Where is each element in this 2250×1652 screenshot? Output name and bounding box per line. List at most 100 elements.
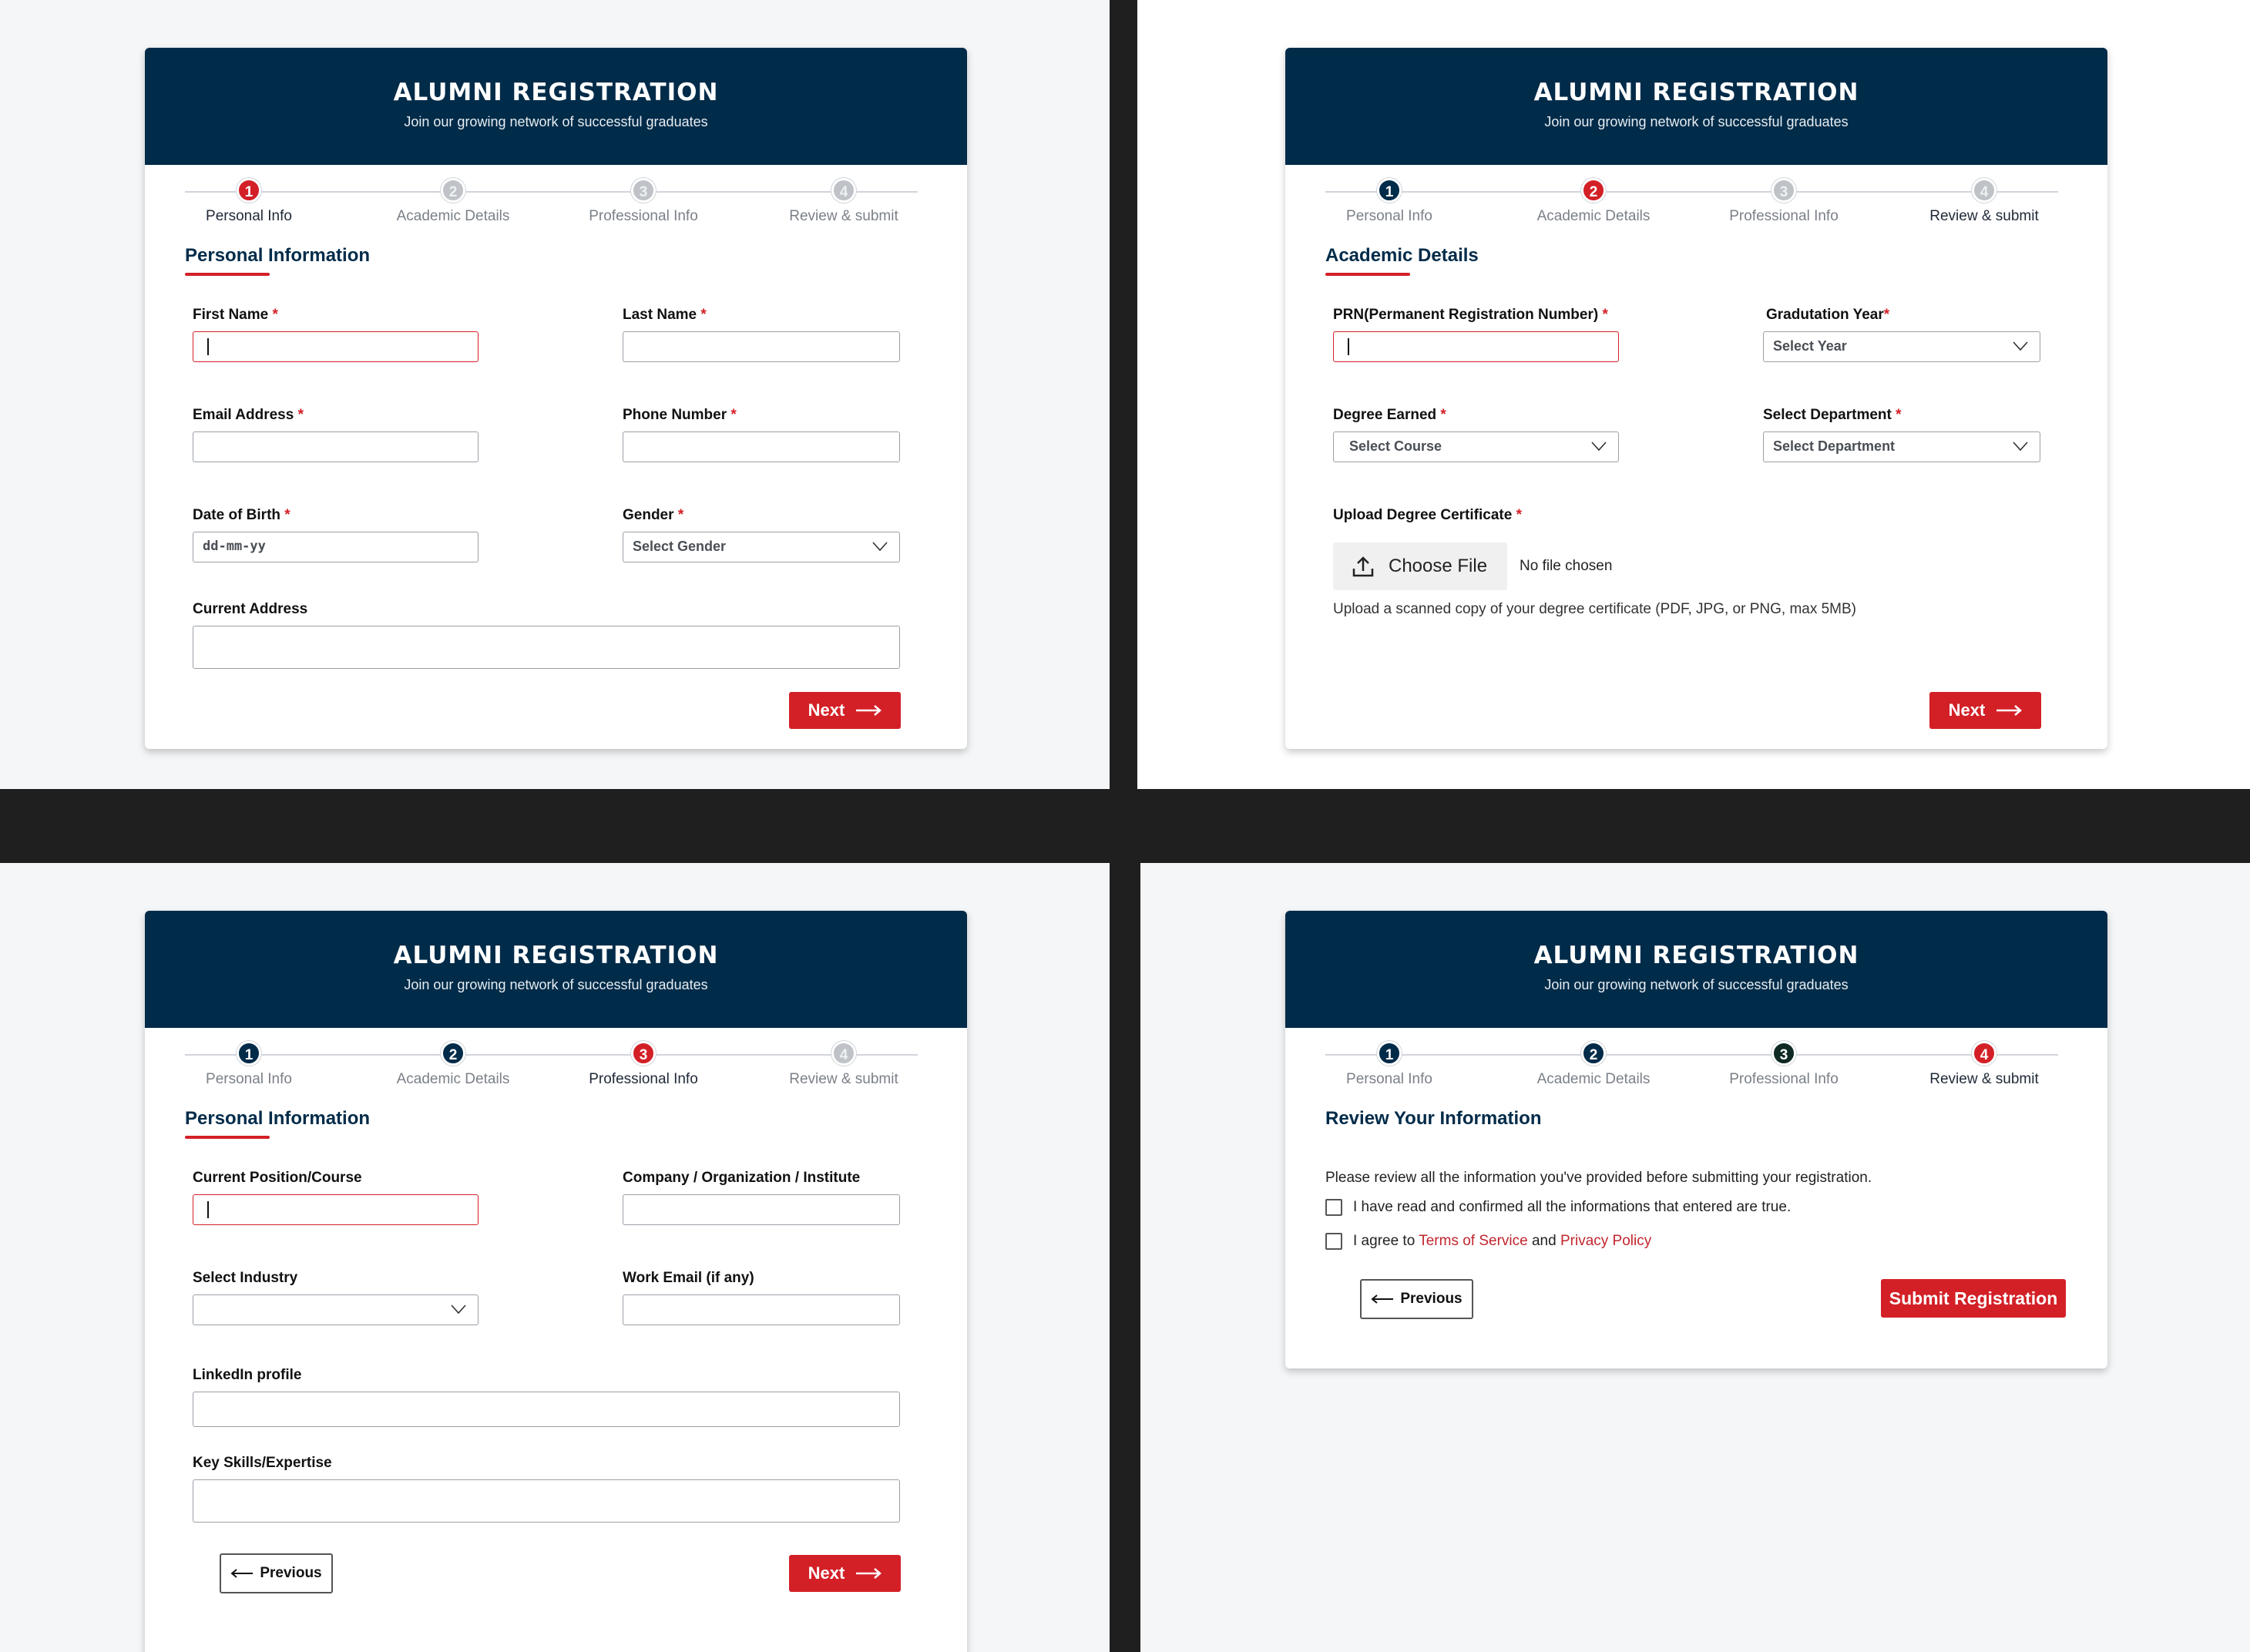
step-number: 4	[1972, 178, 1996, 203]
upload-hint: Upload a scanned copy of your degree cer…	[1333, 601, 1857, 617]
company-input[interactable]	[623, 1194, 900, 1225]
skills-input[interactable]	[193, 1479, 900, 1523]
dob-input[interactable]: dd-mm-yy	[193, 532, 479, 562]
address-label: Current Address	[193, 601, 308, 617]
department-select[interactable]: Select Department	[1763, 431, 2040, 462]
step-number: 4	[1972, 1041, 1996, 1066]
next-button[interactable]: Next	[789, 692, 901, 729]
step-personal-info[interactable]: 1 Personal Info	[1297, 178, 1482, 225]
step-review-submit[interactable]: 4 Review & submit	[1892, 1041, 2077, 1088]
email-label: Email Address *	[193, 407, 304, 423]
agree-checkbox[interactable]	[1325, 1233, 1342, 1250]
dob-placeholder: dd-mm-yy	[203, 539, 266, 554]
step-academic-details[interactable]: 2 Academic Details	[1501, 1041, 1686, 1088]
position-input[interactable]	[193, 1194, 479, 1225]
step-review-submit[interactable]: 4 Review & submit	[1892, 178, 2077, 225]
dob-label: Date of Birth *	[193, 507, 290, 523]
section-title: Review Your Information	[1325, 1108, 1542, 1129]
first-name-input[interactable]	[193, 331, 479, 362]
gender-select[interactable]: Select Gender	[623, 532, 900, 562]
phone-input[interactable]	[623, 431, 900, 462]
next-button[interactable]: Next	[1929, 692, 2041, 729]
privacy-link[interactable]: Privacy Policy	[1560, 1233, 1651, 1249]
step-label: Personal Info	[206, 208, 292, 224]
department-placeholder: Select Department	[1773, 438, 1896, 454]
step-label: Academic Details	[396, 208, 510, 224]
department-label: Select Department *	[1763, 407, 1902, 423]
company-label: Company / Organization / Institute	[623, 1170, 861, 1186]
work-email-input[interactable]	[623, 1294, 900, 1325]
degree-placeholder: Select Course	[1349, 438, 1442, 454]
registration-card: ALUMNI REGISTRATION Join our growing net…	[1285, 911, 2107, 1368]
degree-select[interactable]: Select Course	[1333, 431, 1619, 462]
step-academic-details[interactable]: 2 Academic Details	[361, 178, 546, 225]
chevron-down-icon	[2013, 341, 2028, 351]
step-label: Professional Info	[589, 208, 698, 224]
registration-card: ALUMNI REGISTRATION Join our growing net…	[1285, 48, 2107, 749]
confirm-checkbox[interactable]	[1325, 1199, 1342, 1216]
step-number: 3	[631, 1041, 656, 1066]
gender-placeholder: Select Gender	[633, 539, 727, 554]
arrow-right-icon	[856, 705, 882, 716]
arrow-left-icon	[1371, 1294, 1394, 1304]
gender-label: Gender *	[623, 507, 684, 523]
progress-stepper: 1 Personal Info 2 Academic Details 3 Profes…	[1285, 165, 2107, 245]
step-review-submit[interactable]: 4 Review & submit	[751, 178, 936, 225]
step-label: Review & submit	[789, 208, 898, 224]
next-button[interactable]: Next	[789, 1555, 901, 1592]
step-number: 2	[441, 1041, 465, 1066]
section-title: Academic Details	[1325, 245, 1479, 276]
skills-label: Key Skills/Expertise	[193, 1455, 332, 1471]
step-professional-info[interactable]: 3 Professional Info	[551, 178, 736, 225]
address-input[interactable]	[193, 626, 900, 669]
arrow-right-icon	[856, 1568, 882, 1579]
linkedin-input[interactable]	[193, 1392, 900, 1427]
step-label: Professional Info	[1729, 208, 1839, 224]
work-email-label: Work Email (if any)	[623, 1270, 754, 1286]
phone-label: Phone Number *	[623, 407, 737, 423]
panel-review-submit: ALUMNI REGISTRATION Join our growing net…	[1140, 863, 2250, 1652]
step-professional-info[interactable]: 3 Professional Info	[1691, 178, 1876, 225]
chevron-down-icon	[1591, 442, 1607, 452]
step-label: Personal Info	[206, 1071, 292, 1087]
section-title: Personal Information	[185, 1108, 370, 1139]
graduation-year-select[interactable]: Select Year	[1763, 331, 2040, 362]
panel-personal-info: ALUMNI REGISTRATION Join our growing net…	[0, 0, 1110, 789]
step-personal-info[interactable]: 1 Personal Info	[1297, 1041, 1482, 1088]
agree-checkbox-row[interactable]: I agree to Terms of Service and Privacy …	[1325, 1233, 1651, 1250]
previous-button[interactable]: Previous	[1360, 1279, 1473, 1319]
step-academic-details[interactable]: 2 Academic Details	[1501, 178, 1686, 225]
form-header: ALUMNI REGISTRATION Join our growing net…	[1285, 48, 2107, 165]
confirm-checkbox-row[interactable]: I have read and confirmed all the inform…	[1325, 1199, 1791, 1216]
chevron-down-icon	[451, 1304, 466, 1315]
prn-label: PRN(Permanent Registration Number) *	[1333, 307, 1608, 323]
agree-label: I agree to Terms of Service and Privacy …	[1353, 1233, 1652, 1249]
choose-file-button[interactable]: Choose File	[1333, 542, 1507, 590]
form-title: ALUMNI REGISTRATION	[393, 942, 719, 969]
form-subtitle: Join our growing network of successful g…	[404, 977, 708, 992]
previous-button[interactable]: Previous	[220, 1553, 333, 1593]
progress-stepper: 1 Personal Info 2 Academic Details 3 Profes…	[145, 165, 967, 245]
industry-select[interactable]	[193, 1294, 479, 1325]
registration-card: ALUMNI REGISTRATION Join our growing net…	[145, 911, 967, 1652]
step-personal-info[interactable]: 1 Personal Info	[156, 178, 341, 225]
registration-card: ALUMNI REGISTRATION Join our growing net…	[145, 48, 967, 749]
step-review-submit[interactable]: 4 Review & submit	[751, 1041, 936, 1088]
step-label: Academic Details	[1536, 1071, 1651, 1087]
submit-registration-button[interactable]: Submit Registration	[1881, 1279, 2066, 1318]
step-number: 4	[831, 178, 856, 203]
panel-academic-details: ALUMNI REGISTRATION Join our growing net…	[1137, 0, 2250, 789]
step-number: 2	[441, 178, 465, 203]
step-professional-info[interactable]: 3 Professional Info	[551, 1041, 736, 1088]
prn-input[interactable]	[1333, 331, 1619, 362]
email-input[interactable]	[193, 431, 479, 462]
step-professional-info[interactable]: 3 Professional Info	[1691, 1041, 1876, 1088]
step-label: Academic Details	[396, 1071, 510, 1087]
review-intro: Please review all the information you've…	[1325, 1170, 1872, 1186]
step-number: 1	[1377, 1041, 1402, 1066]
step-academic-details[interactable]: 2 Academic Details	[361, 1041, 546, 1088]
terms-link[interactable]: Terms of Service	[1419, 1233, 1527, 1249]
step-personal-info[interactable]: 1 Personal Info	[156, 1041, 341, 1088]
last-name-input[interactable]	[623, 331, 900, 362]
linkedin-label: LinkedIn profile	[193, 1367, 302, 1383]
